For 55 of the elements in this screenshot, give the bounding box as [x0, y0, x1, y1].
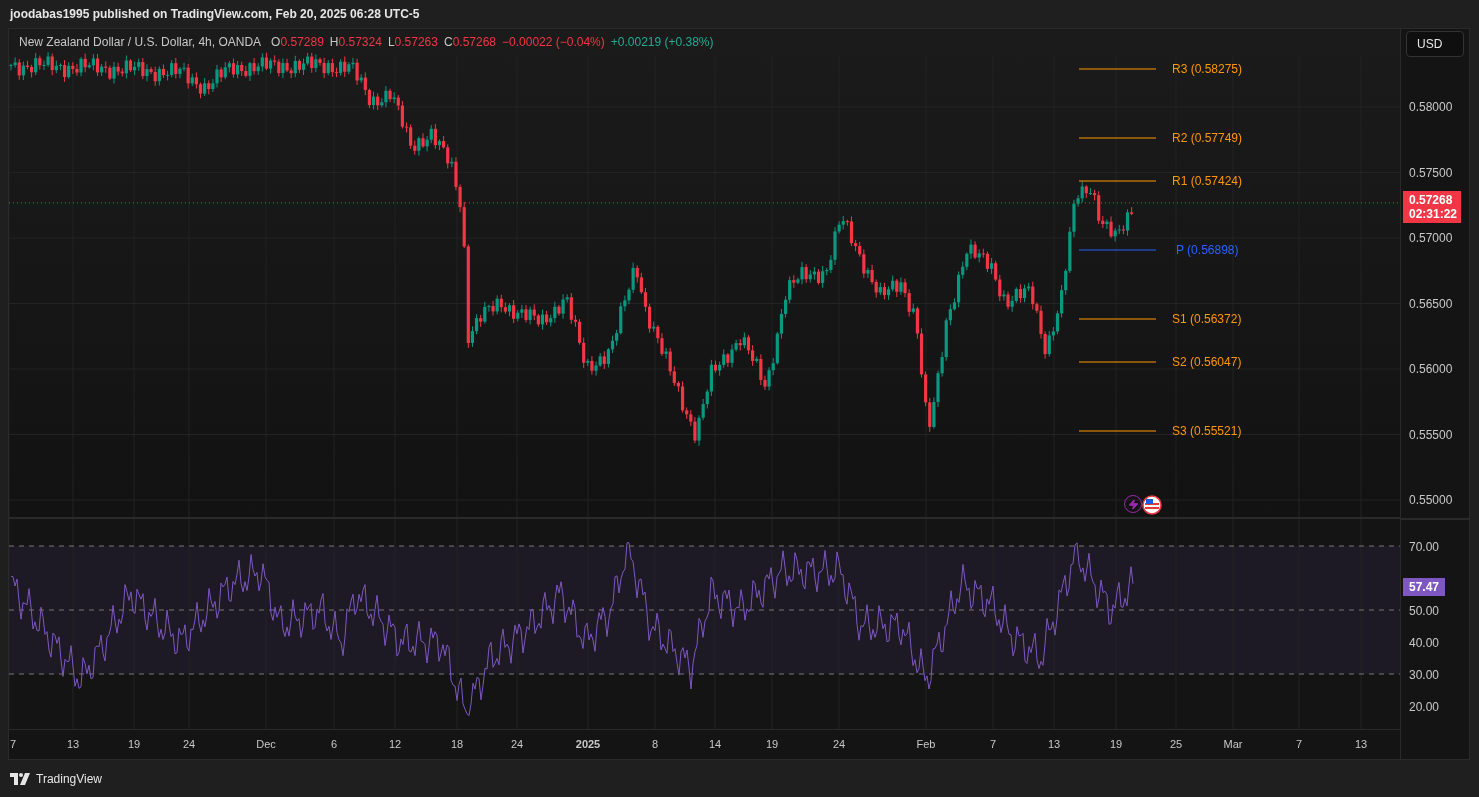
- price-label: 0.58000: [1409, 100, 1453, 114]
- time-label: 19: [1109, 738, 1123, 751]
- flag-icon: [1142, 495, 1162, 515]
- ohlc-value: L0.57263: [387, 35, 438, 49]
- time-label: 12: [388, 738, 402, 751]
- price-label: 0.55000: [1409, 493, 1453, 507]
- time-label: 25: [1169, 738, 1183, 751]
- time-label: 7: [9, 738, 17, 751]
- time-label: 13: [1354, 738, 1368, 751]
- price-change: −0.00022 (−0.04%): [502, 35, 605, 49]
- time-label: 14: [708, 738, 722, 751]
- publisher-text: joodabas1995 published on TradingView.com, Feb 20, 2025 06:28 UTC-5: [10, 7, 420, 21]
- pivot-label: S3 (0.55521): [1172, 424, 1242, 438]
- current-price-tag: 0.57268 02:31:22: [1403, 191, 1461, 223]
- time-label: 6: [330, 738, 338, 751]
- price-label: 0.57500: [1409, 165, 1453, 180]
- time-label: 7: [989, 738, 997, 751]
- time-label: Mar: [1223, 738, 1243, 751]
- brand-name: TradingView: [36, 771, 103, 786]
- time-label: 2025: [575, 738, 601, 751]
- price-label: 0.57000: [1409, 231, 1453, 245]
- time-label: Feb: [916, 738, 936, 751]
- rsi-label: 50.00: [1409, 604, 1440, 618]
- price-label: 0.56000: [1409, 362, 1453, 376]
- ohlc-value: O0.57289: [271, 35, 324, 49]
- pivot-label: R1 (0.57424): [1172, 174, 1243, 188]
- time-label: 13: [66, 738, 80, 751]
- symbol-title: New Zealand Dollar / U.S. Dollar, 4h, OANDA: [19, 35, 262, 49]
- pivot-label: R3 (0.58275): [1172, 62, 1243, 76]
- time-label: 24: [182, 738, 196, 751]
- logo-icon: [10, 772, 32, 785]
- time-label: 19: [127, 738, 141, 751]
- price-change: +0.00219 (+0.38%): [610, 35, 714, 49]
- rsi-label: 30.00: [1409, 668, 1440, 682]
- time-label: 24: [832, 738, 846, 751]
- rsi-value-tag: 57.47: [1403, 578, 1446, 596]
- ohlc-value: H0.57324: [329, 35, 382, 49]
- time-label: 19: [765, 738, 779, 751]
- time-label: Dec: [256, 738, 276, 751]
- time-label: 7: [1295, 738, 1303, 751]
- rsi-label: 20.00: [1409, 700, 1440, 714]
- pivot-label: S2 (0.56047): [1172, 355, 1242, 369]
- time-label: 24: [510, 738, 524, 751]
- rsi-label: 70.00: [1409, 540, 1440, 554]
- time-label: 8: [651, 738, 659, 751]
- pivot-label: R2 (0.57749): [1172, 131, 1243, 145]
- rsi-label: 40.00: [1409, 636, 1440, 650]
- pivot-label: P (0.56898): [1176, 243, 1239, 257]
- price-label: 0.55500: [1409, 427, 1453, 442]
- ohlc-value: C0.57268: [443, 35, 497, 49]
- time-label: 18: [450, 738, 464, 751]
- price-label: 0.56500: [1409, 296, 1453, 311]
- time-label: 13: [1047, 738, 1061, 751]
- currency-button[interactable]: USD: [1406, 31, 1464, 57]
- pivot-label: S1 (0.56372): [1172, 312, 1242, 326]
